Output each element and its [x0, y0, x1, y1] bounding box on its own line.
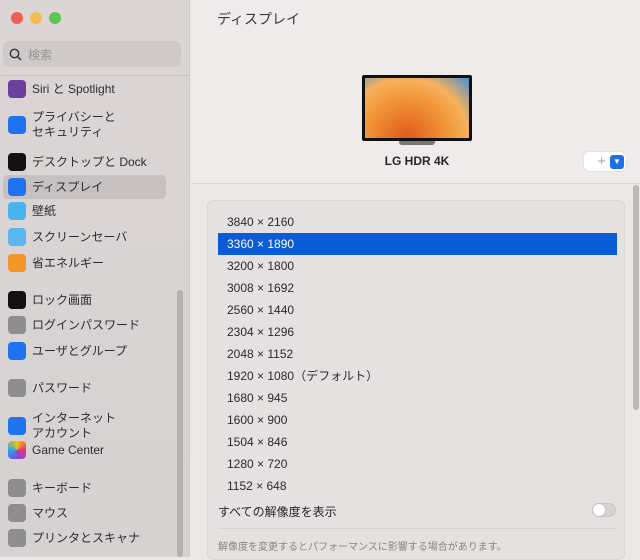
- sidebar-item-label: 省エネルギー: [32, 255, 105, 270]
- sidebar-item[interactable]: ユーザとグループ: [3, 342, 166, 360]
- wallpaper-preview: [365, 78, 469, 138]
- sidebar-item[interactable]: ディスプレイ: [3, 175, 166, 199]
- resolution-option[interactable]: 2048 × 1152: [218, 343, 617, 365]
- sidebar-item-label: Siri と Spotlight: [32, 81, 115, 96]
- sidebar-item[interactable]: Game Center: [3, 441, 166, 459]
- page-title: ディスプレイ: [217, 11, 301, 27]
- resolution-option[interactable]: 2560 × 1440: [218, 299, 617, 321]
- sidebar-item-label: スクリーンセーバ: [32, 229, 128, 244]
- lightbulb-icon: [8, 254, 26, 272]
- sidebar-item-label: ディスプレイ: [32, 179, 104, 194]
- printer-icon: [8, 529, 26, 547]
- divider: [218, 528, 617, 529]
- display-brightness-icon: [8, 178, 26, 196]
- sidebar-item[interactable]: ロック画面: [3, 291, 166, 309]
- display-name: LG HDR 4K: [384, 154, 450, 168]
- users-icon: [8, 342, 26, 360]
- resolution-option[interactable]: 1152 × 648: [218, 475, 617, 497]
- sidebar-item-label: プリンタとスキャナ: [32, 530, 141, 545]
- sidebar-item-label: ロック画面: [32, 292, 93, 307]
- mouse-icon: [8, 504, 26, 522]
- chevron-down-icon[interactable]: ▼: [610, 154, 624, 169]
- at-icon: [8, 417, 26, 435]
- sidebar-item[interactable]: 省エネルギー: [3, 254, 166, 272]
- sidebar-item[interactable]: 壁紙: [3, 202, 166, 220]
- siri-icon: [8, 80, 26, 98]
- sidebar-item-label: マウス: [32, 505, 69, 520]
- monitor-stand: [399, 141, 435, 145]
- sidebar-item-label: デスクトップと Dock: [32, 154, 147, 169]
- search-input[interactable]: 検索: [3, 41, 181, 67]
- sidebar-item-label: ユーザとグループ: [32, 343, 128, 358]
- sidebar-item[interactable]: デスクトップと Dock: [3, 153, 166, 171]
- resolution-option[interactable]: 3200 × 1800: [218, 255, 617, 277]
- sidebar-item[interactable]: Siri と Spotlight: [3, 80, 166, 98]
- game-center-icon: [8, 441, 26, 459]
- screensaver-icon: [8, 228, 26, 246]
- sidebar-item[interactable]: プライバシーと セキュリティ: [3, 103, 166, 147]
- sidebar-item-label: プライバシーと セキュリティ: [32, 110, 116, 139]
- performance-note: 解像度を変更するとパフォーマンスに影響する場合があります。: [218, 542, 507, 553]
- sidebar-item[interactable]: スクリーンセーバ: [3, 228, 166, 246]
- sidebar-item[interactable]: ログインパスワード: [3, 316, 166, 334]
- main-scrollbar[interactable]: [633, 185, 639, 410]
- resolution-option[interactable]: 3840 × 2160: [218, 211, 617, 233]
- sidebar-item[interactable]: プリンタとスキャナ: [3, 529, 166, 547]
- resolution-option[interactable]: 2304 × 1296: [218, 321, 617, 343]
- sidebar-item-label: ログインパスワード: [32, 317, 141, 332]
- resolution-option[interactable]: 3360 × 1890: [218, 233, 617, 255]
- resolution-option[interactable]: 1280 × 720: [218, 453, 617, 475]
- resolution-option[interactable]: 3008 × 1692: [218, 277, 617, 299]
- sidebar-item[interactable]: パスワード: [3, 379, 166, 397]
- minimize-button[interactable]: [30, 12, 42, 24]
- lock-icon: [8, 316, 26, 334]
- resolution-panel: 3840 × 2160 3360 × 1890 3200 × 1800 3008 × …: [207, 200, 625, 560]
- sidebar-scrollbar[interactable]: [177, 290, 183, 557]
- display-settings: ディスプレイ LG HDR 4K + ▼ 3840 × 2160 3360 × 1…: [191, 0, 640, 560]
- sidebar-item[interactable]: キーボード: [3, 479, 166, 497]
- add-display-button[interactable]: + ▼: [584, 152, 626, 171]
- zoom-button[interactable]: [49, 12, 61, 24]
- show-all-resolutions-label: すべての解像度を表示: [218, 505, 337, 519]
- wallpaper-flower-icon: [8, 202, 26, 220]
- search-icon: [9, 48, 22, 61]
- sidebar-item-label: インターネット アカウント: [32, 411, 117, 440]
- resolution-option[interactable]: 1600 × 900: [218, 409, 617, 431]
- search-placeholder: 検索: [28, 47, 53, 62]
- resolution-option[interactable]: 1680 × 945: [218, 387, 617, 409]
- plus-icon: +: [597, 153, 606, 170]
- key-icon: [8, 379, 26, 397]
- resolution-option[interactable]: 1504 × 846: [218, 431, 617, 453]
- divider: [0, 75, 190, 76]
- sidebar-item-label: Game Center: [32, 442, 105, 457]
- monitor-thumbnail[interactable]: [362, 75, 472, 141]
- sidebar-item-label: キーボード: [32, 480, 93, 495]
- sidebar-item[interactable]: マウス: [3, 504, 166, 522]
- keyboard-icon: [8, 479, 26, 497]
- dock-icon: [8, 153, 26, 171]
- sidebar-item-label: パスワード: [32, 380, 93, 395]
- show-all-resolutions-toggle[interactable]: [592, 503, 616, 517]
- resolution-option[interactable]: 1920 × 1080（デフォルト）: [218, 365, 617, 387]
- lock-screen-icon: [8, 291, 26, 309]
- close-button[interactable]: [11, 12, 23, 24]
- display-arrangement: ディスプレイ LG HDR 4K + ▼: [191, 0, 640, 184]
- sidebar-item-label: 壁紙: [32, 203, 57, 218]
- sidebar: 検索 Siri と Spotlight プライバシーと セキュリティデスクトップと…: [0, 0, 190, 557]
- hand-icon: [8, 116, 26, 134]
